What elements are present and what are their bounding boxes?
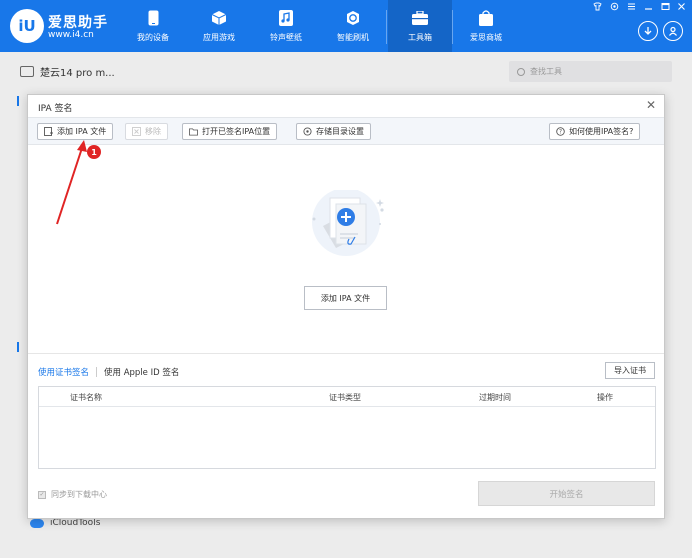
menu-icon[interactable] bbox=[627, 2, 636, 14]
section-marker bbox=[17, 342, 19, 352]
column-header: 过期时间 bbox=[479, 393, 511, 402]
svg-text:?: ? bbox=[559, 129, 562, 136]
shopping-bag-icon bbox=[478, 9, 494, 26]
nav-label: 我的设备 bbox=[137, 32, 169, 42]
checkbox-icon: ✓ bbox=[38, 490, 46, 499]
user-icon[interactable] bbox=[663, 21, 683, 41]
open-signed-ipa-location-button[interactable]: 打开已签名IPA位置 bbox=[182, 123, 278, 140]
storage-directory-settings-button[interactable]: 存储目录设置 bbox=[296, 123, 371, 140]
import-certificate-button[interactable]: 导入证书 bbox=[605, 362, 655, 379]
add-ipa-file-button[interactable]: 添加 IPA 文件 bbox=[37, 123, 114, 140]
tab-certificate-sign[interactable]: 使用证书签名 bbox=[38, 366, 89, 378]
certificate-table-header: 证书名称 证书类型 过期时间 操作 bbox=[39, 387, 655, 407]
nav-label: 工具箱 bbox=[408, 32, 432, 42]
computer-icon bbox=[20, 66, 34, 77]
nav-divider bbox=[386, 10, 387, 44]
search-icon bbox=[517, 67, 525, 76]
nav-label: 爱思商城 bbox=[470, 32, 502, 42]
start-sign-button[interactable]: 开始签名 bbox=[478, 481, 655, 506]
app-logo: iU bbox=[10, 9, 44, 43]
nav-store[interactable]: 爱思商城 bbox=[454, 0, 518, 52]
cube-icon bbox=[211, 10, 227, 26]
add-file-icon bbox=[44, 127, 53, 136]
nav-label: 智能刷机 bbox=[337, 32, 369, 42]
refresh-icon bbox=[345, 10, 361, 26]
top-navigation-bar: iU 爱思助手 www.i4.cn 我的设备 应用游戏 铃声壁纸 智能刷机 工具… bbox=[0, 0, 692, 52]
folder-icon bbox=[189, 127, 198, 136]
gear-icon bbox=[303, 127, 312, 136]
nav-label: 应用游戏 bbox=[203, 32, 235, 42]
nav-apps-games[interactable]: 应用游戏 bbox=[187, 0, 251, 52]
step-badge: 1 bbox=[87, 145, 101, 159]
nav-divider bbox=[452, 10, 453, 44]
device-selector[interactable]: 楚云14 pro m... bbox=[20, 64, 115, 79]
nav-ringtones-wallpapers[interactable]: 铃声壁纸 bbox=[254, 0, 318, 52]
brand-name: 爱思助手 bbox=[48, 15, 108, 31]
skin-icon[interactable] bbox=[593, 2, 602, 14]
maximize-icon[interactable] bbox=[661, 2, 670, 14]
column-header: 证书类型 bbox=[329, 393, 361, 402]
phone-icon bbox=[145, 10, 161, 26]
section-marker bbox=[17, 96, 19, 106]
minimize-icon[interactable] bbox=[644, 2, 653, 14]
search-placeholder: 查找工具 bbox=[530, 67, 562, 76]
nav-toolbox[interactable]: 工具箱 bbox=[388, 0, 452, 52]
sync-label: 同步到下载中心 bbox=[51, 490, 107, 499]
cloud-icon bbox=[30, 518, 44, 528]
dialog-toolbar: 添加 IPA 文件 移除 打开已签名IPA位置 存储目录设置 ? 如何使用IPA… bbox=[28, 117, 664, 145]
remove-icon bbox=[132, 127, 141, 136]
device-name: 楚云14 pro m... bbox=[40, 68, 115, 79]
section-divider bbox=[28, 353, 664, 354]
brand-url: www.i4.cn bbox=[48, 30, 94, 40]
icloud-tools-item[interactable]: iCloudTools bbox=[30, 518, 100, 528]
close-window-icon[interactable] bbox=[677, 2, 686, 14]
music-icon bbox=[278, 9, 294, 26]
dialog-title: IPA 签名 bbox=[38, 104, 73, 114]
tool-search-input[interactable]: 查找工具 bbox=[509, 61, 672, 82]
column-header: 操作 bbox=[597, 393, 613, 402]
how-to-use-ipa-sign-button[interactable]: ? 如何使用IPA签名? bbox=[549, 123, 641, 140]
column-header: 证书名称 bbox=[70, 393, 102, 402]
signing-method-tabs: 使用证书签名 使用 Apple ID 签名 bbox=[38, 366, 179, 378]
nav-my-device[interactable]: 我的设备 bbox=[121, 0, 185, 52]
settings-icon[interactable] bbox=[610, 2, 619, 14]
add-ipa-file-center-button[interactable]: 添加 IPA 文件 bbox=[304, 286, 387, 310]
download-icon[interactable] bbox=[638, 21, 658, 41]
tab-divider bbox=[96, 367, 98, 377]
nav-label: 铃声壁纸 bbox=[270, 32, 302, 42]
help-icon: ? bbox=[556, 127, 565, 136]
icloud-label: iCloudTools bbox=[50, 518, 101, 528]
add-file-illustration-icon[interactable] bbox=[296, 188, 396, 262]
remove-button[interactable]: 移除 bbox=[125, 123, 168, 140]
tab-apple-id-sign[interactable]: 使用 Apple ID 签名 bbox=[104, 366, 179, 378]
sync-to-download-center-checkbox[interactable]: ✓ 同步到下载中心 bbox=[38, 489, 107, 500]
close-icon[interactable]: ✕ bbox=[646, 98, 656, 112]
certificate-table: 证书名称 证书类型 过期时间 操作 bbox=[38, 386, 656, 469]
nav-smart-flash[interactable]: 智能刷机 bbox=[321, 0, 385, 52]
ipa-sign-dialog: IPA 签名 ✕ 添加 IPA 文件 移除 打开已签名IPA位置 存储目录设置 bbox=[27, 94, 665, 519]
toolbox-icon bbox=[412, 10, 428, 26]
